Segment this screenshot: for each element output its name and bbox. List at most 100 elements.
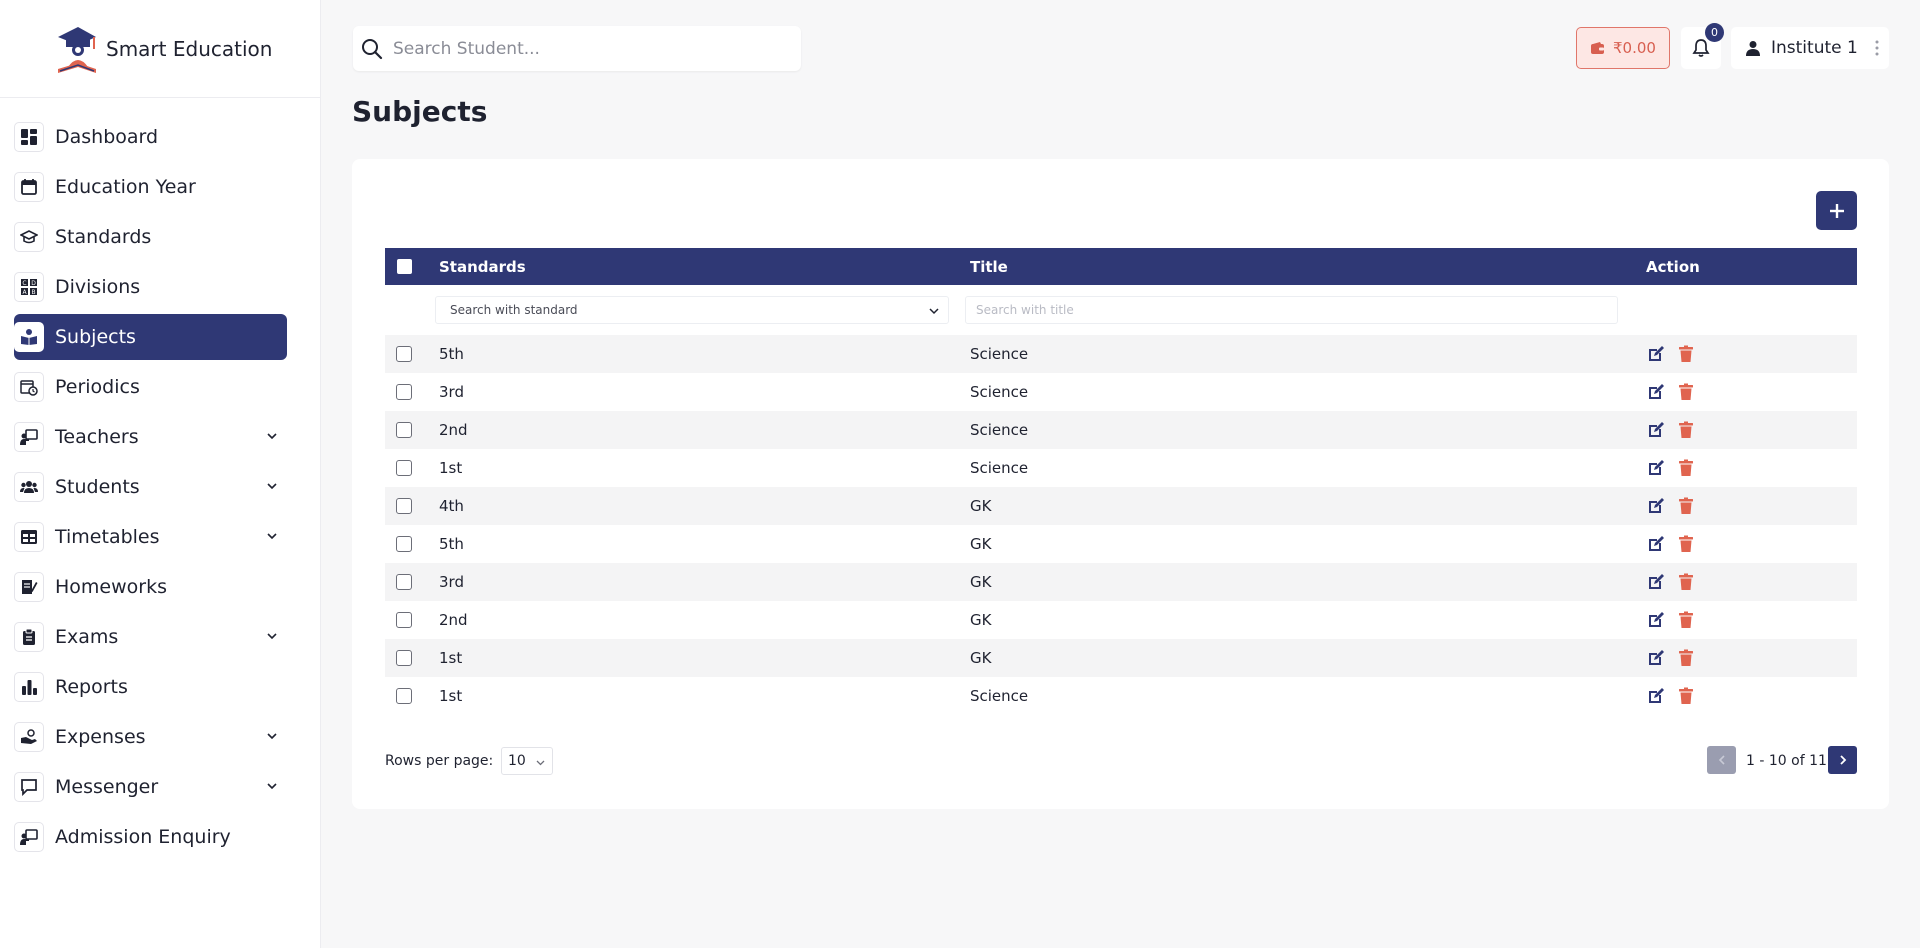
profile-menu[interactable]: Institute 1 bbox=[1731, 27, 1889, 69]
sidebar-item-teachers[interactable]: Teachers bbox=[14, 414, 287, 460]
trash-icon[interactable] bbox=[1676, 344, 1696, 364]
edit-icon[interactable] bbox=[1646, 648, 1666, 668]
sidebar-item-homeworks[interactable]: Homeworks bbox=[14, 564, 287, 610]
row-checkbox[interactable] bbox=[396, 536, 412, 552]
edit-icon[interactable] bbox=[1646, 420, 1666, 440]
edit-icon[interactable] bbox=[1646, 344, 1666, 364]
edit-icon[interactable] bbox=[1646, 534, 1666, 554]
trash-icon[interactable] bbox=[1676, 572, 1696, 592]
logo-icon bbox=[58, 26, 96, 73]
sidebar-item-exams[interactable]: Exams bbox=[14, 614, 287, 660]
trash-icon[interactable] bbox=[1676, 610, 1696, 630]
sidebar-item-education-year[interactable]: Education Year bbox=[14, 164, 287, 210]
cell-actions bbox=[1646, 496, 1706, 516]
page-title: Subjects bbox=[352, 95, 488, 128]
sidebar-item-label: Periodics bbox=[55, 376, 140, 398]
cell-standard: 2nd bbox=[439, 611, 468, 629]
svg-text:B: B bbox=[31, 289, 35, 296]
student-search[interactable] bbox=[353, 26, 801, 71]
chevron-down-icon bbox=[267, 483, 277, 490]
table-row: 3rd GK bbox=[385, 563, 1857, 601]
row-checkbox[interactable] bbox=[396, 498, 412, 514]
plus-icon bbox=[1829, 203, 1844, 218]
title-filter-input[interactable] bbox=[965, 296, 1618, 324]
edit-icon[interactable] bbox=[1646, 610, 1666, 630]
previous-page-button[interactable] bbox=[1707, 746, 1736, 774]
row-checkbox[interactable] bbox=[396, 346, 412, 362]
chevron-down-icon bbox=[267, 783, 277, 790]
sidebar-item-reports[interactable]: Reports bbox=[14, 664, 287, 710]
divisions-icon: CDAB bbox=[14, 272, 44, 302]
cell-actions bbox=[1646, 648, 1706, 668]
sidebar-item-dashboard[interactable]: Dashboard bbox=[14, 114, 287, 160]
select-all-checkbox[interactable] bbox=[396, 259, 412, 274]
sidebar-item-students[interactable]: Students bbox=[14, 464, 287, 510]
calendar-clock-icon bbox=[14, 372, 44, 402]
search-input[interactable] bbox=[393, 38, 773, 59]
row-checkbox[interactable] bbox=[396, 460, 412, 476]
sidebar-item-expenses[interactable]: Expenses bbox=[14, 714, 287, 760]
sidebar-item-label: Exams bbox=[55, 626, 119, 648]
trash-icon[interactable] bbox=[1676, 534, 1696, 554]
cell-actions bbox=[1646, 420, 1706, 440]
next-page-button[interactable] bbox=[1828, 746, 1857, 774]
profile-name: Institute 1 bbox=[1771, 38, 1858, 58]
trash-icon[interactable] bbox=[1676, 686, 1696, 706]
row-checkbox[interactable] bbox=[396, 650, 412, 666]
sidebar-item-label: Standards bbox=[55, 226, 152, 248]
sidebar-item-label: Subjects bbox=[55, 326, 136, 348]
cell-title: Science bbox=[970, 687, 1029, 705]
edit-icon[interactable] bbox=[1646, 686, 1666, 706]
edit-icon[interactable] bbox=[1646, 496, 1666, 516]
column-header-standards[interactable]: Standards bbox=[439, 258, 526, 276]
sidebar-item-subjects[interactable]: Subjects bbox=[14, 314, 287, 360]
cell-actions bbox=[1646, 534, 1706, 554]
table-icon bbox=[14, 522, 44, 552]
column-header-title[interactable]: Title bbox=[970, 258, 1008, 276]
sidebar-item-timetables[interactable]: Timetables bbox=[14, 514, 287, 560]
notifications-button[interactable]: 0 bbox=[1681, 23, 1724, 69]
sidebar-item-standards[interactable]: Standards bbox=[14, 214, 287, 260]
row-checkbox[interactable] bbox=[396, 384, 412, 400]
trash-icon[interactable] bbox=[1676, 496, 1696, 516]
edit-icon[interactable] bbox=[1646, 572, 1666, 592]
row-checkbox[interactable] bbox=[396, 574, 412, 590]
table-row: 3rd Science bbox=[385, 373, 1857, 411]
sidebar-item-admission-enquiry[interactable]: Admission Enquiry bbox=[14, 814, 287, 860]
cell-standard: 1st bbox=[439, 649, 463, 667]
cell-standard: 3rd bbox=[439, 573, 464, 591]
table-row: 5th Science bbox=[385, 335, 1857, 373]
brand[interactable]: Smart Education bbox=[0, 0, 320, 98]
cell-title: Science bbox=[970, 421, 1029, 439]
wallet-button[interactable]: ₹0.00 bbox=[1576, 27, 1670, 69]
page-range: 1 - 10 of 11 bbox=[1746, 753, 1827, 769]
cell-actions bbox=[1646, 572, 1706, 592]
table-body: 5th Science 3rd Science 2nd Science 1st Science… bbox=[385, 335, 1857, 715]
add-subject-button[interactable] bbox=[1816, 191, 1857, 230]
rows-per-page-label: Rows per page: bbox=[385, 753, 494, 769]
cell-title: GK bbox=[970, 573, 992, 591]
trash-icon[interactable] bbox=[1676, 420, 1696, 440]
sidebar-item-periodics[interactable]: Periodics bbox=[14, 364, 287, 410]
table-row: 4th GK bbox=[385, 487, 1857, 525]
cell-actions bbox=[1646, 344, 1706, 364]
trash-icon[interactable] bbox=[1676, 458, 1696, 478]
chevron-down-icon bbox=[929, 308, 939, 315]
sidebar-item-divisions[interactable]: CDAB Divisions bbox=[14, 264, 287, 310]
kebab-menu-icon[interactable] bbox=[1875, 39, 1879, 57]
sidebar-item-messenger[interactable]: Messenger bbox=[14, 764, 287, 810]
chevron-down-icon bbox=[267, 733, 277, 740]
cell-title: Science bbox=[970, 345, 1029, 363]
rows-per-page-select[interactable]: 10 bbox=[501, 747, 553, 775]
sidebar-item-label: Teachers bbox=[55, 426, 139, 448]
standard-filter-select[interactable]: Search with standard bbox=[435, 296, 949, 324]
row-checkbox[interactable] bbox=[396, 688, 412, 704]
edit-icon[interactable] bbox=[1646, 458, 1666, 478]
sidebar-item-label: Divisions bbox=[55, 276, 141, 298]
trash-icon[interactable] bbox=[1676, 648, 1696, 668]
edit-icon[interactable] bbox=[1646, 382, 1666, 402]
row-checkbox[interactable] bbox=[396, 422, 412, 438]
row-checkbox[interactable] bbox=[396, 612, 412, 628]
trash-icon[interactable] bbox=[1676, 382, 1696, 402]
sidebar-item-label: Education Year bbox=[55, 176, 196, 198]
